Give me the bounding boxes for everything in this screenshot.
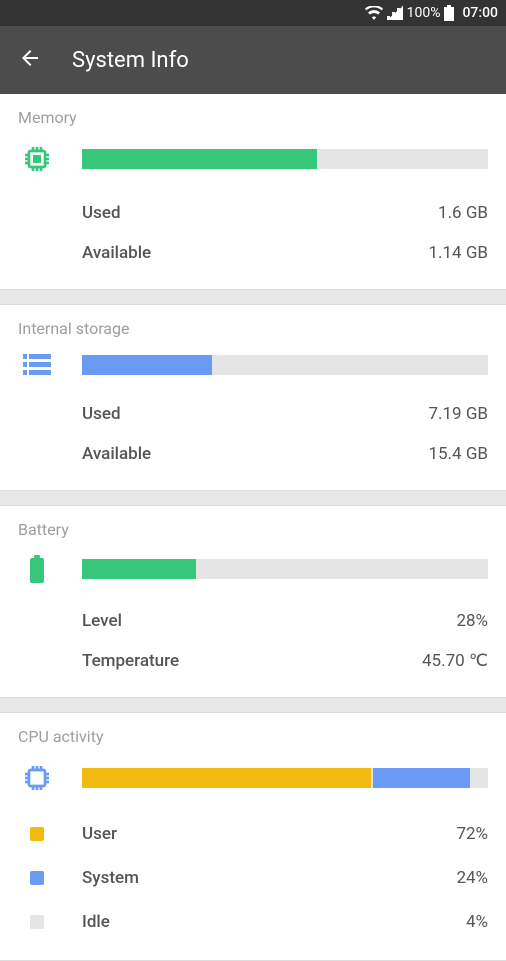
back-button[interactable] [18,46,42,74]
storage-used-label: Used [82,404,121,424]
wifi-icon [365,6,383,20]
storage-card: Internal storage Used 7.19 GB Available … [0,304,506,491]
arrow-back-icon [18,46,42,70]
memory-used-value: 1.6 GB [438,203,488,223]
memory-chip-icon [21,143,53,175]
battery-temp-value: 45.70 ℃ [422,651,488,671]
storage-title: Internal storage [18,319,488,338]
memory-title: Memory [18,108,488,127]
cpu-bar [82,768,488,788]
cpu-legend-label: Idle [82,912,466,932]
memory-used-label: Used [82,203,121,223]
cpu-bar-segment [373,768,469,788]
memory-bar [82,149,488,169]
memory-bar-fill [82,149,317,169]
battery-card: Battery Level 28% Temperature 45.70 ℃ [0,505,506,698]
memory-available-label: Available [82,243,151,263]
storage-available-label: Available [82,444,151,464]
battery-title: Battery [18,520,488,539]
cpu-legend-row: User72% [18,812,488,856]
storage-available-row: Available 15.4 GB [82,434,488,474]
battery-temp-row: Temperature 45.70 ℃ [82,641,488,681]
cpu-legend-value: 24% [456,868,488,888]
page-title: System Info [72,48,189,73]
storage-bar [82,355,488,375]
memory-card: Memory Used 1.6 GB Available 1.14 GB [0,94,506,290]
legend-swatch-icon [30,871,44,885]
legend-swatch-icon [30,827,44,841]
memory-available-value: 1.14 GB [428,243,488,263]
cpu-bar-segment [472,768,488,788]
cpu-card: CPU activity User72%System24%Idle4% [0,712,506,961]
storage-used-row: Used 7.19 GB [82,394,488,434]
cpu-legend: User72%System24%Idle4% [18,812,488,944]
battery-body-icon [29,555,45,583]
cpu-legend-row: Idle4% [18,900,488,944]
battery-icon [444,5,454,21]
battery-level-row: Level 28% [82,601,488,641]
status-battery-text: 100% [407,5,441,21]
legend-swatch-icon [30,915,44,929]
battery-temp-label: Temperature [82,651,179,671]
status-time: 07:00 [462,5,498,21]
cpu-bar-segment [82,768,371,788]
storage-used-value: 7.19 GB [428,404,488,424]
content: Memory Used 1.6 GB Available 1.14 GB Int… [0,94,506,961]
battery-level-value: 28% [456,611,488,631]
storage-bar-fill [82,355,212,375]
battery-bar [82,559,488,579]
memory-available-row: Available 1.14 GB [82,233,488,273]
cpu-title: CPU activity [18,727,488,746]
storage-available-value: 15.4 GB [428,444,488,464]
app-bar: System Info [0,26,506,94]
battery-level-label: Level [82,611,122,631]
storage-icon [23,354,51,376]
memory-used-row: Used 1.6 GB [82,193,488,233]
cpu-legend-row: System24% [18,856,488,900]
cpu-legend-value: 72% [456,824,488,844]
status-bar: 100% 07:00 [0,0,506,26]
signal-icon [387,6,403,20]
cpu-legend-label: User [82,824,456,844]
battery-bar-fill [82,559,196,579]
cpu-legend-label: System [82,868,456,888]
cpu-legend-value: 4% [466,912,488,932]
cpu-chip-icon [21,762,53,794]
